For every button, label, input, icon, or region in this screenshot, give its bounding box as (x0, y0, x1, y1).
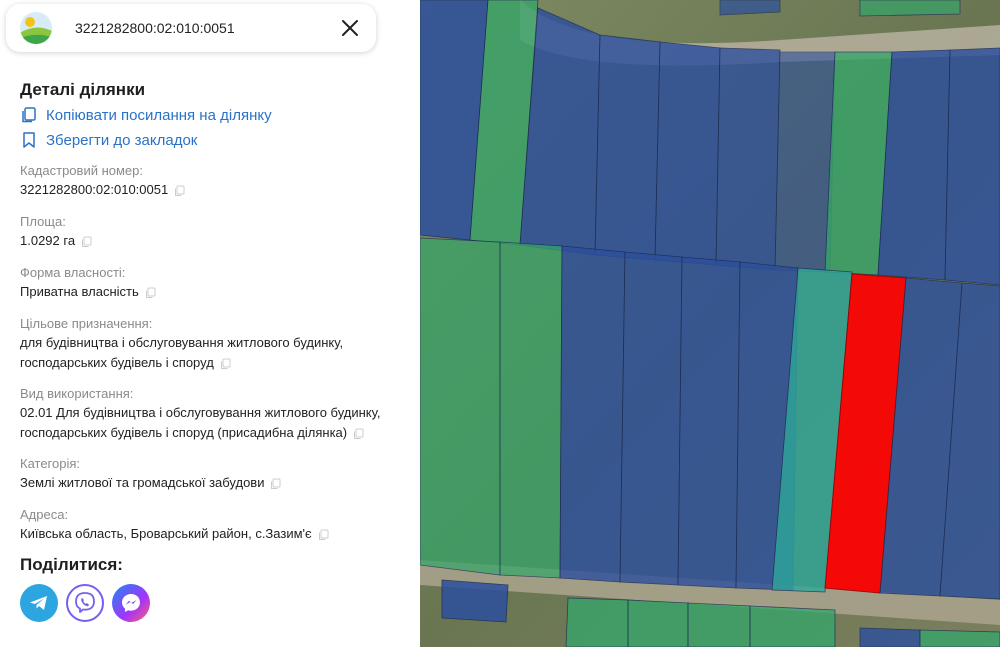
parcel[interactable] (677, 256, 741, 589)
map-canvas[interactable] (420, 0, 1000, 647)
field-category: Категорія: Землі житлової та громадської… (20, 455, 410, 493)
copy-icon (22, 107, 36, 123)
share-telegram-button[interactable] (20, 584, 58, 622)
messenger-icon (122, 594, 140, 612)
telegram-icon (30, 596, 47, 610)
parcel[interactable] (944, 47, 1000, 286)
app-logo-icon (20, 12, 52, 44)
viber-icon (75, 592, 95, 613)
parcel[interactable] (441, 579, 509, 623)
share-buttons (20, 584, 150, 622)
field-label: Кадастровий номер: (20, 163, 143, 178)
field-usage-type: Вид використання: 02.01 Для будівництва … (20, 385, 410, 443)
field-address: Адреса: Київська область, Броварський ра… (20, 506, 410, 544)
search-input[interactable]: 3221282800:02:010:0051 (75, 20, 235, 36)
field-value-line: господарських будівель і споруд (20, 355, 214, 370)
field-value: Київська область, Броварський район, с.З… (20, 526, 312, 541)
copy-value-icon[interactable] (220, 358, 231, 370)
parcel[interactable] (565, 597, 629, 647)
field-value-line: 02.01 Для будівництва і обслуговування ж… (20, 405, 381, 420)
cadastral-map[interactable] (420, 0, 1000, 647)
field-area: Площа: 1.0292 га (20, 213, 410, 251)
field-label: Цільове призначення: (20, 316, 153, 331)
parcel[interactable] (687, 602, 751, 647)
bookmark-label: Зберегти до закладок (46, 131, 198, 149)
field-purpose: Цільове призначення: для будівництва і о… (20, 315, 410, 373)
copy-link-button[interactable]: Копіювати посилання на ділянку (20, 105, 410, 125)
details-title: Деталі ділянки (20, 80, 146, 99)
copy-value-icon[interactable] (318, 529, 329, 541)
parcel[interactable] (420, 237, 501, 576)
parcel[interactable] (859, 0, 961, 17)
close-icon[interactable] (338, 16, 362, 40)
field-value: 1.0292 га (20, 233, 76, 248)
parcel[interactable] (715, 47, 781, 271)
field-label: Форма власності: (20, 265, 126, 280)
field-label: Адреса: (20, 507, 69, 522)
parcel[interactable] (749, 605, 836, 647)
bookmark-button[interactable]: Зберегти до закладок (20, 130, 410, 150)
field-value: Землі житлової та громадської забудови (20, 475, 265, 490)
parcel[interactable] (594, 34, 661, 261)
parcel[interactable] (499, 241, 563, 579)
copy-value-icon[interactable] (81, 236, 92, 248)
parcel[interactable] (919, 629, 1000, 647)
field-label: Площа: (20, 214, 66, 229)
parcel[interactable] (627, 599, 689, 647)
field-cadastral-number: Кадастровий номер: 3221282800:02:010:005… (20, 162, 410, 200)
field-label: Вид використання: (20, 386, 134, 401)
search-card: 3221282800:02:010:0051 (6, 4, 376, 52)
share-viber-button[interactable] (66, 584, 104, 622)
parcel[interactable] (719, 0, 781, 16)
share-title: Поділитися: (20, 555, 123, 574)
field-value: Приватна власність (20, 284, 139, 299)
parcel[interactable] (559, 245, 626, 583)
copy-value-icon[interactable] (145, 287, 156, 299)
sidebar-panel: 3221282800:02:010:0051 Деталі ділянки Ко… (0, 0, 420, 647)
field-label: Категорія: (20, 456, 81, 471)
bookmark-icon (23, 132, 35, 148)
parcel[interactable] (619, 251, 683, 586)
parcel[interactable] (774, 51, 836, 273)
parcel[interactable] (859, 627, 921, 647)
copy-value-icon[interactable] (174, 185, 185, 197)
field-value-line: господарських будівель і споруд (присади… (20, 425, 348, 440)
field-value: 3221282800:02:010:0051 (20, 182, 169, 197)
copy-value-icon[interactable] (270, 478, 281, 490)
copy-value-icon[interactable] (353, 428, 364, 440)
parcel-details: Деталі ділянки Копіювати посилання на ді… (20, 80, 410, 150)
field-ownership-form: Форма власності: Приватна власність (20, 264, 410, 302)
parcel[interactable] (654, 41, 721, 266)
field-value-line: для будівництва і обслуговування житлово… (20, 335, 344, 350)
share-messenger-button[interactable] (112, 584, 150, 622)
copy-link-label: Копіювати посилання на ділянку (46, 106, 272, 124)
